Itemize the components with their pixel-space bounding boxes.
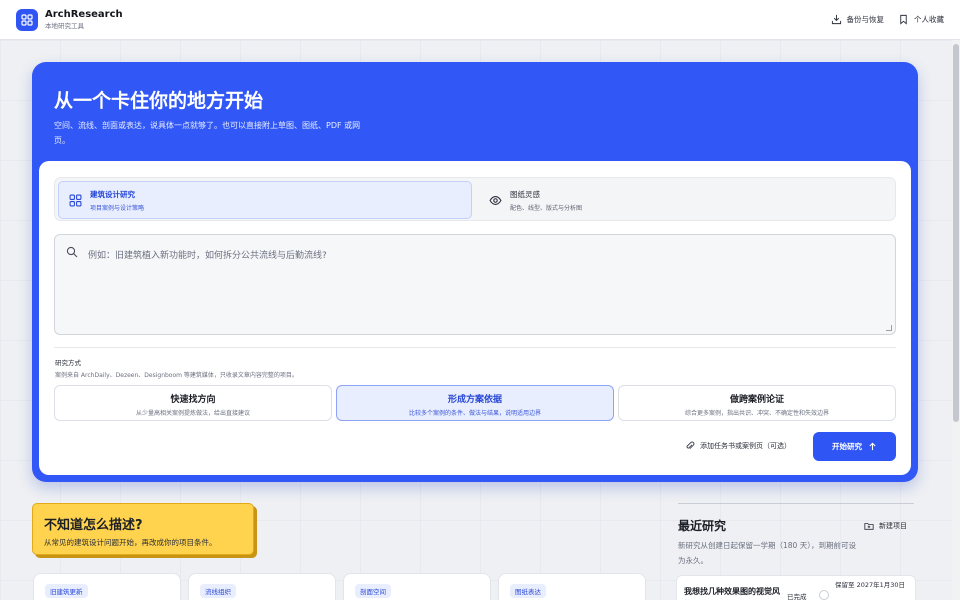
- query-placeholder: 例如：旧建筑植入新功能时，如何拆分公共流线与后勤流线?: [88, 251, 327, 261]
- status-dot-icon: [819, 590, 829, 600]
- favorites-button[interactable]: 个人收藏: [898, 14, 944, 25]
- scrollbar-thumb[interactable]: [953, 44, 959, 422]
- method-subtitle: 比较多个案例的条件、做法与结果，说明适用边界: [408, 410, 541, 417]
- eye-icon: [489, 195, 502, 205]
- grid-icon: [69, 194, 82, 206]
- method-design-basis[interactable]: 形成方案依据 比较多个案例的条件、做法与结果，说明适用边界: [336, 385, 614, 421]
- mode-architecture-research[interactable]: 建筑设计研究 项目案例与设计策略: [58, 181, 472, 219]
- method-title: 快速找方向: [170, 395, 216, 405]
- app-logo[interactable]: [16, 8, 38, 31]
- top-bar: ArchResearch 本地研究工具 备份与恢复 个人收藏: [0, 0, 960, 40]
- recent-title: 最近研究: [678, 519, 727, 533]
- new-folder-icon: [864, 523, 874, 530]
- mode-subtitle: 项目案例与设计策略: [90, 204, 145, 212]
- mode-drawing-inspiration[interactable]: 图纸灵感 配色、线型、版式与分析图: [479, 181, 893, 219]
- tip-subtitle: 从常见的建筑设计问题开始，再改成你的项目条件。: [44, 538, 217, 547]
- describe-tip-card[interactable]: 不知道怎么描述? 从常见的建筑设计问题开始，再改成你的项目条件。: [32, 503, 254, 555]
- topic-tag: 剖面空间: [355, 584, 391, 598]
- recent-item-title: 我想找几种效果图的视觉风格研究: [684, 587, 780, 596]
- app-name: ArchResearch: [45, 8, 123, 20]
- topic-tag: 旧建筑更新: [45, 584, 88, 598]
- bookmark-icon: [900, 14, 907, 25]
- backup-restore-label: 备份与恢复: [846, 15, 885, 24]
- method-title: 形成方案依据: [447, 395, 502, 405]
- top-actions: 备份与恢复 个人收藏: [831, 14, 944, 25]
- app-subtitle: 本地研究工具: [45, 21, 84, 30]
- topic-card[interactable]: 旧建筑更新: [33, 573, 181, 600]
- start-research-button[interactable]: 开始研究: [813, 432, 896, 461]
- attach-label: 添加任务书或案例页（可选）: [700, 442, 791, 450]
- backup-icon: [831, 14, 841, 25]
- tip-title: 不知道怎么描述?: [44, 518, 143, 533]
- method-subtitle: 从少量高相关案例提炼做法，给出直接建议: [135, 410, 250, 417]
- method-title: 做跨案例论证: [729, 395, 784, 405]
- research-form: 建筑设计研究 项目案例与设计策略 图纸灵感 配色、线型、版式与分析图 例如：旧建…: [39, 161, 911, 475]
- topic-tag: 图纸表达: [510, 584, 546, 598]
- method-quick-direction[interactable]: 快速找方向 从少量高相关案例提炼做法，给出直接建议: [54, 385, 332, 421]
- attach-file-button[interactable]: 添加任务书或案例页（可选）: [685, 441, 791, 451]
- topic-card[interactable]: 流线组织: [188, 573, 336, 600]
- method-cross-case[interactable]: 做跨案例论证 综合更多案例，指出共识、冲突、不确定性和失效边界: [618, 385, 896, 421]
- topic-card[interactable]: 剖面空间: [343, 573, 491, 600]
- recent-item-status: 已完成: [787, 593, 807, 600]
- mode-title: 建筑设计研究: [90, 189, 135, 199]
- method-note: 案例来自 ArchDaily、Dezeen、Designboom 等建筑媒体，只…: [55, 372, 298, 379]
- recent-item-retention: 保留至 2027年1月30日: [835, 581, 906, 589]
- topic-tag: 流线组织: [200, 584, 236, 598]
- recent-description: 新研究从创建日起保留一学期（180 天），到期前可设为永久。: [678, 541, 856, 565]
- research-query-input[interactable]: 例如：旧建筑植入新功能时，如何拆分公共流线与后勤流线?: [54, 234, 896, 335]
- mode-subtitle: 配色、线型、版式与分析图: [510, 204, 583, 212]
- recent-research-item[interactable]: 我想找几种效果图的视觉风格研究 已完成 保留至 2027年1月30日: [676, 575, 916, 600]
- divider: [54, 347, 896, 348]
- hero-title: 从一个卡住你的地方开始: [54, 90, 264, 112]
- brand: ArchResearch 本地研究工具: [45, 8, 123, 30]
- new-project-label: 新建项目: [879, 522, 907, 530]
- recent-divider: [678, 503, 914, 504]
- arrow-up-icon: [869, 442, 876, 451]
- start-research-label: 开始研究: [832, 442, 862, 451]
- backup-restore-button[interactable]: 备份与恢复: [831, 14, 885, 25]
- paperclip-icon: [686, 441, 695, 450]
- hero-panel: 从一个卡住你的地方开始 空间、流线、剖面或表达，说具体一点就够了。也可以直接附上…: [32, 62, 918, 482]
- grid-icon: [21, 13, 33, 26]
- new-project-button[interactable]: 新建项目: [864, 521, 907, 531]
- mode-switcher: 建筑设计研究 项目案例与设计策略 图纸灵感 配色、线型、版式与分析图: [54, 177, 896, 221]
- favorites-label: 个人收藏: [914, 15, 944, 24]
- topic-card[interactable]: 图纸表达: [498, 573, 646, 600]
- method-label: 研究方式: [55, 359, 81, 367]
- search-icon: [66, 246, 78, 258]
- mode-title: 图纸灵感: [510, 189, 540, 199]
- resize-handle[interactable]: [886, 325, 892, 331]
- method-subtitle: 综合更多案例，指出共识、冲突、不确定性和失效边界: [684, 410, 829, 417]
- scrollbar[interactable]: [952, 40, 960, 600]
- hero-description: 空间、流线、剖面或表达，说具体一点就够了。也可以直接附上草图、图纸、PDF 或网…: [54, 121, 361, 145]
